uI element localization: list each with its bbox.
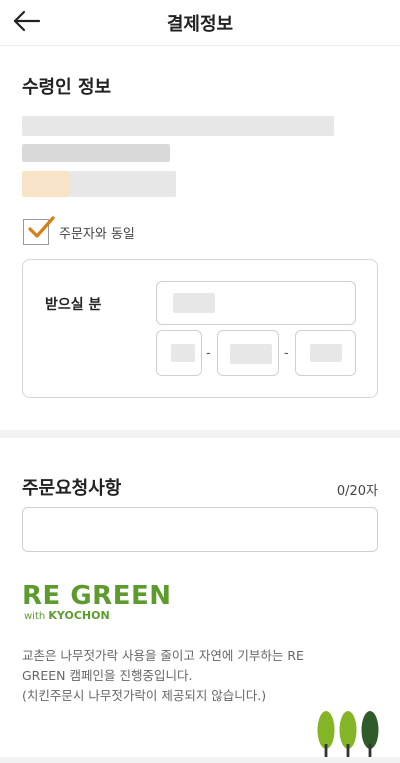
masked-text xyxy=(310,344,342,362)
section-divider xyxy=(0,430,400,438)
masked-text xyxy=(22,116,334,136)
checkbox-box[interactable] xyxy=(23,216,55,245)
receiver-name-input[interactable] xyxy=(156,281,356,325)
bottom-divider xyxy=(0,757,400,763)
masked-text xyxy=(22,144,170,162)
request-input[interactable] xyxy=(22,507,378,552)
campaign-line: 교촌은 나무젓가락 사용을 줄이고 자연에 기부하는 RE xyxy=(22,648,304,663)
trees-icon xyxy=(317,711,379,758)
re-green-logo-title: RE GREEN xyxy=(22,581,172,611)
request-section-title: 주문요청사항 xyxy=(22,478,122,499)
masked-text xyxy=(230,344,272,364)
re-green-logo-sub: with KYOCHON xyxy=(24,610,110,622)
masked-text xyxy=(173,293,215,313)
receiver-card: 받으실 분 - - xyxy=(22,259,378,398)
campaign-line: (치킨주문시 나무젓가락이 제공되지 않습니다.) xyxy=(22,688,267,703)
same-as-orderer-checkbox[interactable]: 주문자와 동일 xyxy=(23,216,135,245)
page-title: 결제정보 xyxy=(166,14,234,35)
same-as-orderer-label: 주문자와 동일 xyxy=(59,226,135,242)
masked-text xyxy=(70,171,176,197)
recipient-section-title: 수령인 정보 xyxy=(22,77,112,98)
masked-text xyxy=(171,344,195,362)
phone-part-1-input[interactable] xyxy=(156,330,202,376)
check-icon xyxy=(28,216,55,238)
phone-part-2-input[interactable] xyxy=(217,330,279,376)
logo-brand-text: KYOCHON xyxy=(48,609,110,622)
top-header: 결제정보 xyxy=(0,0,400,46)
masked-text xyxy=(22,171,70,197)
phone-part-3-input[interactable] xyxy=(295,330,356,376)
campaign-description: 교촌은 나무젓가락 사용을 줄이고 자연에 기부하는 RE GREEN 캠페인을… xyxy=(22,646,322,706)
campaign-line: GREEN 캠페인을 진행중입니다. xyxy=(22,668,193,683)
receiver-name-label: 받으실 분 xyxy=(45,297,102,313)
request-char-counter: 0/20자 xyxy=(336,484,378,499)
logo-with-text: with xyxy=(24,611,46,622)
phone-dash: - xyxy=(284,346,289,361)
phone-dash: - xyxy=(206,346,211,361)
